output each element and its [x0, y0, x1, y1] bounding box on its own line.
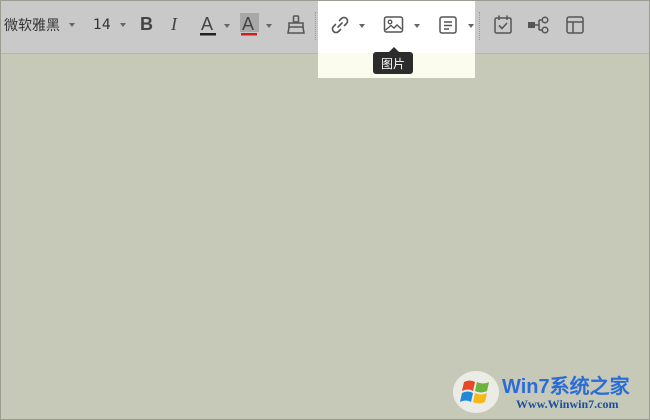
insert-date-button[interactable]	[493, 14, 513, 35]
layout-icon	[566, 16, 584, 34]
chevron-down-icon[interactable]	[224, 24, 230, 28]
chevron-down-icon[interactable]	[414, 24, 420, 28]
font-family-value: 微软雅黑	[4, 18, 60, 34]
font-color-button[interactable]: A	[199, 13, 219, 37]
highlight-color-icon: A	[240, 13, 259, 36]
chevron-down-icon	[119, 23, 126, 27]
calendar-check-icon	[494, 15, 512, 34]
highlight-color-button[interactable]: A	[240, 13, 260, 37]
font-color-glyph: A	[201, 14, 213, 34]
chevron-down-icon[interactable]	[468, 24, 474, 28]
insert-mindmap-button[interactable]	[527, 15, 551, 35]
insert-link-button[interactable]	[330, 15, 350, 35]
watermark-url: Www.Winwin7.com	[516, 397, 619, 411]
italic-button[interactable]: I	[171, 14, 177, 35]
document-icon	[439, 16, 457, 34]
link-icon	[331, 16, 349, 34]
insert-layout-button[interactable]	[565, 15, 585, 35]
font-family-select[interactable]: 微软雅黑	[4, 10, 75, 40]
bold-button[interactable]: B	[140, 14, 153, 35]
insert-image-button[interactable]	[383, 15, 404, 35]
watermark-title: Win7系统之家	[502, 376, 630, 398]
toolbar-divider	[479, 12, 480, 40]
chevron-down-icon[interactable]	[359, 24, 365, 28]
chevron-down-icon[interactable]	[266, 24, 272, 28]
image-icon	[383, 16, 404, 33]
font-size-select[interactable]: 14	[93, 10, 126, 40]
chevron-down-icon	[69, 23, 75, 27]
font-color-icon: A	[200, 14, 216, 36]
insert-template-button[interactable]	[438, 15, 458, 35]
toolbar-divider	[315, 12, 316, 40]
editor-content-area[interactable]	[1, 54, 649, 419]
font-size-value: 14	[93, 17, 111, 33]
watermark-logo: Win7系统之家 Www.Winwin7.com	[452, 366, 647, 416]
clear-format-button[interactable]	[286, 15, 306, 35]
windows-logo-icon	[453, 371, 499, 413]
highlight-glyph: A	[242, 14, 254, 34]
eraser-icon	[287, 15, 305, 34]
mindmap-icon	[528, 16, 549, 34]
